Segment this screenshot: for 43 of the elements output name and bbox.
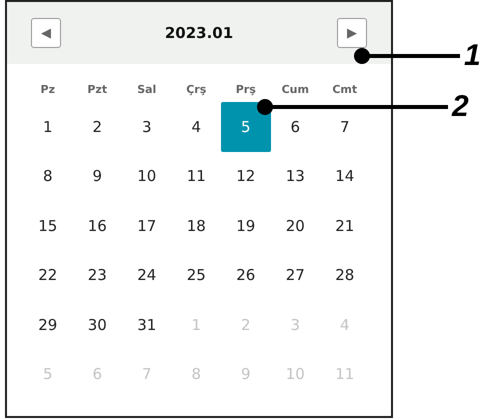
day-cell[interactable]: 10 [122, 152, 172, 201]
weekday-label: Pzt [86, 82, 108, 98]
day-cell[interactable]: 12 [221, 152, 270, 201]
day-cell[interactable]: 24 [122, 250, 172, 300]
day-cell[interactable]: 27 [270, 250, 320, 300]
day-cell[interactable]: 28 [320, 250, 370, 300]
weekday-label: Cmt [331, 82, 358, 98]
weekday-label: Sal [136, 82, 158, 98]
day-cell[interactable]: 8 [23, 152, 72, 201]
day-cell[interactable]: 13 [270, 152, 320, 201]
day-cell[interactable]: 25 [172, 250, 221, 300]
day-cell[interactable]: 26 [221, 250, 270, 300]
day-cell[interactable]: 17 [122, 201, 172, 250]
day-cell[interactable]: 15 [23, 201, 72, 250]
month-title: 2023.01 [164, 24, 234, 42]
day-cell[interactable]: 2 [72, 102, 122, 152]
day-cell[interactable]: 9 [72, 152, 122, 201]
day-cell[interactable]: 20 [270, 201, 320, 250]
day-cell[interactable]: 14 [320, 152, 370, 201]
day-cell[interactable]: 30 [72, 300, 122, 350]
day-cell[interactable]: 18 [172, 201, 221, 250]
callout-number: 2 [452, 89, 469, 125]
day-cell[interactable]: 23 [72, 250, 122, 300]
day-cell[interactable]: 4 [172, 102, 221, 152]
day-cell[interactable]: 3 [122, 102, 172, 152]
next-month-button[interactable]: ▶ [336, 18, 367, 48]
day-cell[interactable]: 16 [72, 201, 122, 250]
callout-number: 1 [464, 38, 481, 74]
day-cell[interactable]: 6 [270, 102, 320, 152]
day-cell[interactable]: 21 [320, 201, 370, 250]
weekday-label: Çrş [185, 82, 208, 98]
previous-month-button[interactable]: ◀ [31, 18, 61, 48]
day-cell[interactable]: 19 [221, 201, 270, 250]
day-cell[interactable]: 22 [23, 250, 72, 300]
day-cell[interactable]: 29 [23, 300, 72, 350]
day-cell[interactable]: 31 [122, 300, 172, 350]
day-cell[interactable]: 11 [172, 152, 221, 201]
day-cell[interactable]: 1 [23, 102, 72, 152]
weekday-label: Prş [234, 82, 257, 98]
weekday-label: Cum [280, 82, 310, 98]
day-cell[interactable]: 5 [221, 102, 270, 152]
day-cell[interactable]: 7 [320, 102, 370, 152]
weekday-label: Pz [40, 82, 56, 98]
